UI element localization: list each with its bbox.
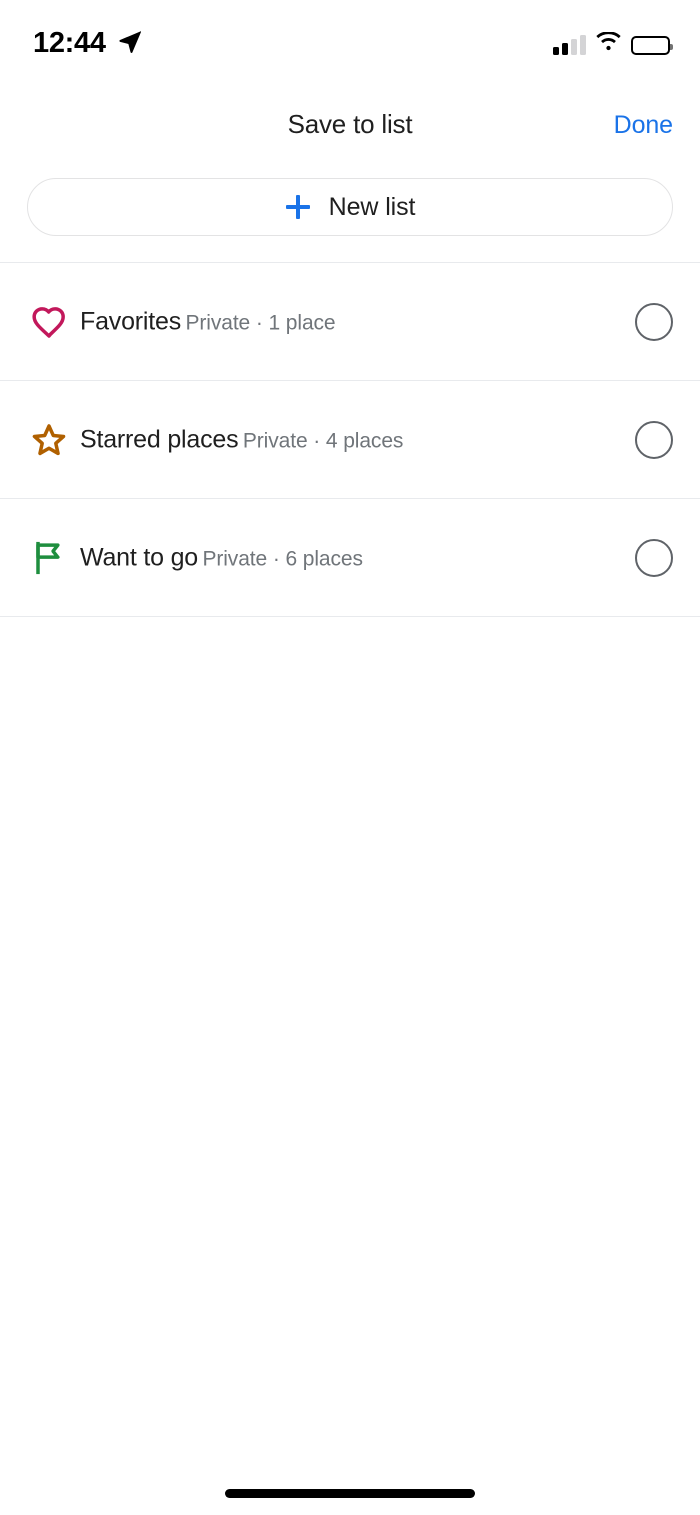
status-bar: 12:44	[0, 0, 700, 95]
list-item-subtitle: Private · 6 places	[202, 546, 363, 570]
done-button[interactable]: Done	[614, 111, 673, 140]
navigation-arrow-icon	[117, 28, 143, 59]
wifi-icon	[595, 31, 622, 58]
list-item-text: Favorites Private · 1 place	[80, 307, 336, 337]
saved-lists-section: Favorites Private · 1 place Starred plac…	[0, 262, 700, 617]
list-item-subtitle: Private · 1 place	[185, 310, 336, 334]
list-item-starred-places[interactable]: Starred places Private · 4 places	[0, 381, 700, 499]
heart-icon	[27, 300, 71, 344]
status-bar-clock: 12:44	[33, 27, 106, 59]
list-item-text: Want to go Private · 6 places	[80, 543, 363, 573]
list-item-title: Want to go	[80, 542, 198, 571]
status-bar-left: 12:44	[33, 28, 143, 59]
list-item-select-toggle[interactable]	[635, 302, 673, 341]
plus-icon	[285, 194, 311, 220]
list-item-title: Favorites	[80, 306, 182, 335]
list-item-select-toggle[interactable]	[635, 538, 673, 577]
save-to-list-screen: 12:44 Save to list Done New list Favorit…	[0, 0, 700, 1515]
list-item-want-to-go[interactable]: Want to go Private · 6 places	[0, 499, 700, 617]
status-bar-right	[553, 31, 673, 58]
page-title: Save to list	[287, 109, 413, 139]
flag-icon	[27, 536, 71, 580]
list-item-title: Starred places	[80, 424, 239, 453]
list-item-subtitle: Private · 4 places	[242, 428, 404, 452]
new-list-button[interactable]: New list	[27, 178, 673, 236]
star-icon	[27, 418, 71, 462]
header-bar: Save to list Done	[0, 95, 700, 163]
list-item-text: Starred places Private · 4 places	[80, 425, 403, 455]
new-list-label: New list	[328, 192, 416, 221]
battery-icon	[631, 35, 673, 55]
list-item-select-toggle[interactable]	[635, 420, 673, 459]
cellular-signal-icon	[553, 35, 586, 55]
list-item-favorites[interactable]: Favorites Private · 1 place	[0, 263, 700, 381]
home-indicator	[225, 1489, 475, 1498]
